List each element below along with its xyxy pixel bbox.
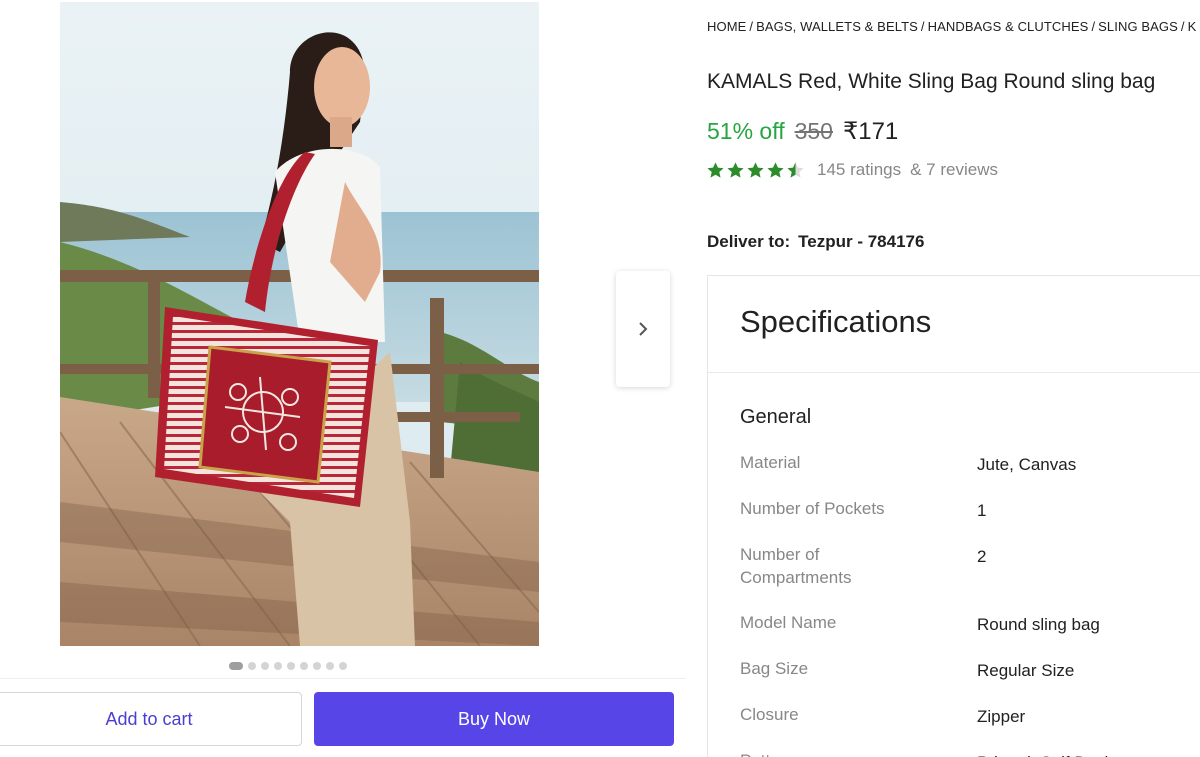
rating-row[interactable]: 145 ratings & 7 reviews bbox=[706, 160, 998, 180]
breadcrumb: HOME / BAGS, WALLETS & BELTS / HANDBAGS & CL… bbox=[707, 19, 1196, 34]
delivery-location[interactable]: Deliver to: Tezpur - 784176 bbox=[707, 232, 924, 252]
spec-value: 2 bbox=[977, 547, 987, 566]
spec-label: Number of Compartments bbox=[740, 545, 852, 587]
product-image[interactable] bbox=[60, 2, 539, 646]
product-title: KAMALS Red, White Sling Bag Round sling … bbox=[707, 70, 1156, 93]
breadcrumb-separator: / bbox=[1091, 19, 1096, 34]
chevron-right-icon bbox=[639, 322, 648, 336]
spec-label: Closure bbox=[740, 705, 799, 724]
spec-value: Printed, Self Design bbox=[977, 749, 1127, 757]
gallery-dot[interactable] bbox=[339, 662, 347, 670]
spec-value: Round sling bag bbox=[977, 615, 1100, 634]
specifications-panel: Specifications General Material Jute, Can… bbox=[707, 275, 1200, 757]
spec-label: Pattern bbox=[740, 749, 977, 757]
gallery-dot[interactable] bbox=[300, 662, 308, 670]
spec-label: Model Name bbox=[740, 613, 837, 632]
gallery-dot[interactable] bbox=[261, 662, 269, 670]
buy-now-button[interactable]: Buy Now bbox=[314, 692, 674, 746]
breadcrumb-handbags-clutches[interactable]: HANDBAGS & CLUTCHES bbox=[928, 19, 1089, 34]
divider bbox=[708, 372, 1200, 373]
spec-label: Number of Pockets bbox=[740, 499, 885, 518]
star-icon bbox=[767, 161, 784, 178]
star-icon bbox=[787, 161, 804, 178]
gallery-dot[interactable] bbox=[274, 662, 282, 670]
gallery-pagination bbox=[229, 661, 347, 671]
specifications-heading: Specifications bbox=[740, 304, 932, 339]
spec-row: Model Name Round sling bag bbox=[740, 611, 1100, 636]
breadcrumb-home[interactable]: HOME bbox=[707, 19, 746, 34]
gallery-dot[interactable] bbox=[248, 662, 256, 670]
spec-row: Number of Pockets 1 bbox=[740, 497, 986, 522]
spec-value: 1 bbox=[977, 501, 987, 520]
gallery-dot[interactable] bbox=[326, 662, 334, 670]
discount-percent: 51% off bbox=[707, 118, 785, 144]
star-icon bbox=[727, 161, 744, 178]
spec-row: PatternPrinted, Self Design bbox=[740, 749, 1127, 757]
price-row: 51% off 350 ₹171 bbox=[707, 117, 898, 146]
ratings-count: 145 ratings bbox=[817, 160, 902, 179]
breadcrumb-separator: / bbox=[1180, 19, 1185, 34]
breadcrumb-separator: / bbox=[749, 19, 754, 34]
gallery-dot[interactable] bbox=[313, 662, 321, 670]
spec-row: Bag Size Regular Size bbox=[740, 657, 1074, 682]
product-page: Add to cart Buy Now HOME / BAGS, WALLETS &… bbox=[0, 0, 1200, 757]
breadcrumb-sling-bags[interactable]: SLING BAGS bbox=[1098, 19, 1178, 34]
original-price: 350 bbox=[794, 118, 833, 144]
star-icon bbox=[747, 161, 764, 178]
spec-row: Number of Compartments 2 bbox=[740, 543, 986, 589]
selling-price: ₹171 bbox=[842, 118, 899, 145]
spec-row: Closure Zipper bbox=[740, 703, 1025, 728]
spec-value: Zipper bbox=[977, 707, 1026, 726]
star-icon bbox=[707, 161, 724, 178]
spec-value: Regular Size bbox=[977, 661, 1075, 680]
breadcrumb-separator: / bbox=[920, 19, 925, 34]
gallery-dot[interactable] bbox=[287, 662, 295, 670]
breadcrumb-bags-wallets-belts[interactable]: BAGS, WALLETS & BELTS bbox=[756, 19, 918, 34]
spec-row: Material Jute, Canvas bbox=[740, 451, 1076, 476]
reviews-count: & 7 reviews bbox=[910, 160, 998, 179]
spec-label: Material bbox=[740, 453, 801, 472]
star-rating bbox=[706, 161, 805, 180]
add-to-cart-button[interactable]: Add to cart bbox=[0, 692, 302, 746]
deliver-to-label: Deliver to: bbox=[707, 232, 791, 251]
next-image-button[interactable] bbox=[616, 271, 670, 387]
delivery-pincode: Tezpur - 784176 bbox=[798, 232, 925, 251]
gallery-dot[interactable] bbox=[229, 662, 243, 670]
breadcrumb-brand[interactable]: K bbox=[1188, 19, 1197, 34]
spec-label: Bag Size bbox=[740, 659, 809, 678]
action-bar: Add to cart Buy Now bbox=[0, 678, 686, 757]
spec-section-title: General bbox=[740, 406, 812, 428]
spec-value: Jute, Canvas bbox=[977, 455, 1077, 474]
